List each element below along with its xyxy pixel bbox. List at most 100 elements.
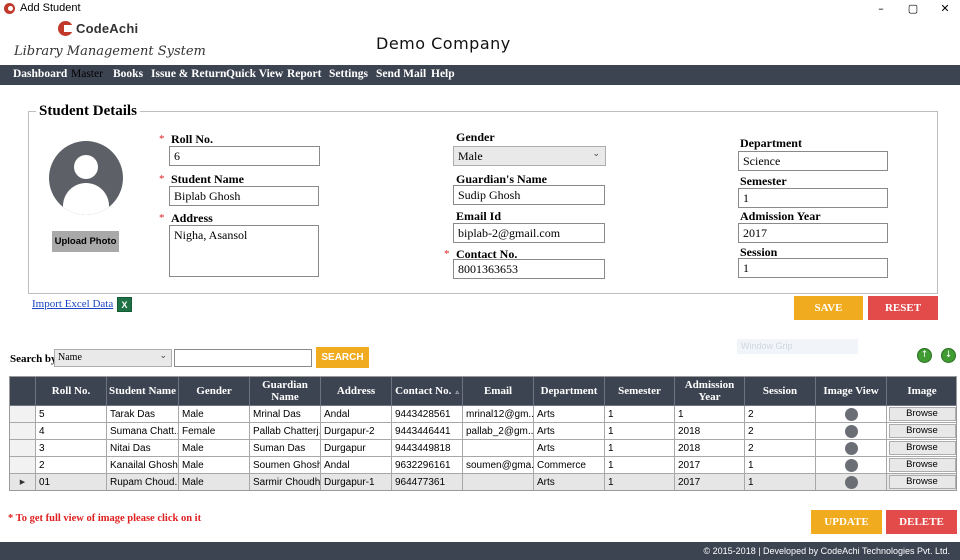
row-selector[interactable] (10, 456, 36, 474)
image-cell[interactable]: Browse (886, 473, 956, 490)
table-cell[interactable]: Sumana Chatt... (106, 422, 179, 440)
table-cell[interactable]: Durgapur (320, 439, 392, 457)
image-view-cell[interactable] (815, 473, 887, 490)
search-button[interactable]: SEARCH (316, 347, 369, 368)
menu-send-mail[interactable]: Send Mail (376, 68, 426, 80)
table-cell[interactable]: Andal (320, 405, 392, 423)
minimize-button[interactable]: – (866, 1, 896, 17)
student-thumbnail-icon[interactable] (844, 424, 858, 438)
table-cell[interactable]: 1 (604, 422, 675, 440)
browse-button[interactable]: Browse (888, 424, 956, 438)
table-cell[interactable]: 1 (744, 473, 816, 490)
column-header[interactable]: Address (320, 377, 392, 406)
column-header[interactable]: Semester (604, 377, 675, 406)
table-cell[interactable]: soumen@gma... (462, 456, 534, 474)
table-cell[interactable]: 1 (604, 405, 675, 423)
gender-select[interactable]: Male ⌄ (453, 146, 606, 166)
table-cell[interactable]: Kanailal Ghosh (106, 456, 179, 474)
table-cell[interactable]: 1 (744, 456, 816, 474)
column-header[interactable]: Roll No. (35, 377, 107, 406)
table-cell[interactable]: 9443446441 (391, 422, 463, 440)
image-cell[interactable]: Browse (886, 456, 956, 474)
table-cell[interactable]: 2018 (674, 439, 745, 457)
image-view-cell[interactable] (815, 405, 887, 423)
menu-report[interactable]: Report (287, 68, 322, 80)
column-header[interactable]: Email (462, 377, 534, 406)
menu-master[interactable]: Master (71, 68, 103, 80)
table-cell[interactable] (462, 439, 534, 457)
address-input[interactable]: Nigha, Asansol (169, 225, 319, 277)
menu-settings[interactable]: Settings (329, 68, 368, 80)
image-cell[interactable]: Browse (886, 405, 956, 423)
table-cell[interactable]: Andal (320, 456, 392, 474)
table-cell[interactable]: Arts (533, 439, 605, 457)
table-row[interactable]: ▶01Rupam Choud...MaleSarmir Choudh...Dur… (10, 473, 956, 490)
table-cell[interactable]: 1 (604, 456, 675, 474)
table-cell[interactable]: 1 (604, 439, 675, 457)
table-cell[interactable]: Tarak Das (106, 405, 179, 423)
table-cell[interactable]: Male (178, 473, 250, 490)
image-view-cell[interactable] (815, 439, 887, 457)
table-cell[interactable]: 2 (744, 439, 816, 457)
reset-button[interactable]: RESET (868, 296, 938, 320)
excel-icon[interactable]: X (117, 297, 132, 312)
table-cell[interactable]: 2 (744, 422, 816, 440)
maximize-button[interactable]: ▢ (898, 1, 928, 17)
browse-button[interactable]: Browse (888, 407, 956, 421)
table-cell[interactable]: Arts (533, 405, 605, 423)
table-cell[interactable]: 2017 (674, 456, 745, 474)
menu-quick-view[interactable]: Quick View (226, 68, 283, 80)
admission-year-input[interactable] (738, 223, 888, 243)
table-cell[interactable]: Commerce (533, 456, 605, 474)
student-thumbnail-icon[interactable] (844, 475, 858, 489)
table-cell[interactable]: Mrinal Das (249, 405, 321, 423)
student-name-input[interactable] (169, 186, 319, 206)
image-cell[interactable]: Browse (886, 422, 956, 440)
table-cell[interactable]: Durgapur-1 (320, 473, 392, 490)
table-row[interactable]: 2 Kanailal Ghosh Male Soumen Ghosh Andal 9632… (10, 456, 956, 474)
table-row[interactable]: 5 Tarak Das Male Mrinal Das Andal 9443428561 m… (10, 405, 956, 423)
table-row[interactable]: 4 Sumana Chatt... Female Pallab Chatterj...… (10, 422, 956, 440)
image-view-cell[interactable] (815, 456, 887, 474)
column-header[interactable]: Student Name (106, 377, 179, 406)
table-cell[interactable]: 2018 (674, 422, 745, 440)
row-selector[interactable]: ▶ (10, 473, 36, 490)
column-header-sorted[interactable]: Contact No. ▵ (391, 377, 463, 406)
table-cell[interactable]: Rupam Choud... (106, 473, 179, 490)
column-header[interactable]: Gender (178, 377, 250, 406)
table-row[interactable]: 3 Nitai Das Male Suman Das Durgapur 944344981… (10, 439, 956, 457)
table-cell[interactable]: Arts (533, 422, 605, 440)
search-by-select[interactable]: Name ⌄ (54, 349, 172, 367)
menu-issue-return[interactable]: Issue & Return (151, 68, 226, 80)
table-cell[interactable]: Sarmir Choudh... (249, 473, 321, 490)
table-cell[interactable]: mrinal12@gm... (462, 405, 534, 423)
guardian-name-input[interactable] (453, 185, 605, 205)
table-cell[interactable]: 9443428561 (391, 405, 463, 423)
move-up-icon[interactable]: ↑ (917, 348, 932, 363)
save-button[interactable]: SAVE (794, 296, 863, 320)
student-thumbnail-icon[interactable] (844, 458, 858, 472)
table-cell[interactable]: Nitai Das (106, 439, 179, 457)
session-input[interactable] (738, 258, 888, 278)
table-cell[interactable]: 3 (35, 439, 107, 457)
table-cell[interactable]: 4 (35, 422, 107, 440)
table-cell[interactable]: Soumen Ghosh (249, 456, 321, 474)
image-view-cell[interactable] (815, 422, 887, 440)
image-cell[interactable]: Browse (886, 439, 956, 457)
table-cell[interactable]: pallab_2@gm... (462, 422, 534, 440)
table-cell[interactable]: 2017 (674, 473, 745, 490)
column-header[interactable]: Image View (815, 377, 887, 406)
table-cell[interactable]: 9443449818 (391, 439, 463, 457)
column-header[interactable]: Image (886, 377, 956, 406)
row-selector[interactable] (10, 439, 36, 457)
menu-books[interactable]: Books (113, 68, 143, 80)
table-cell[interactable]: 2 (744, 405, 816, 423)
table-cell[interactable]: Female (178, 422, 250, 440)
table-cell[interactable]: Male (178, 439, 250, 457)
browse-button[interactable]: Browse (888, 458, 956, 472)
table-cell[interactable]: Pallab Chatterj... (249, 422, 321, 440)
table-cell[interactable]: Durgapur-2 (320, 422, 392, 440)
browse-button[interactable]: Browse (888, 475, 956, 489)
column-header[interactable]: Department (533, 377, 605, 406)
close-button[interactable]: ✕ (930, 1, 960, 17)
